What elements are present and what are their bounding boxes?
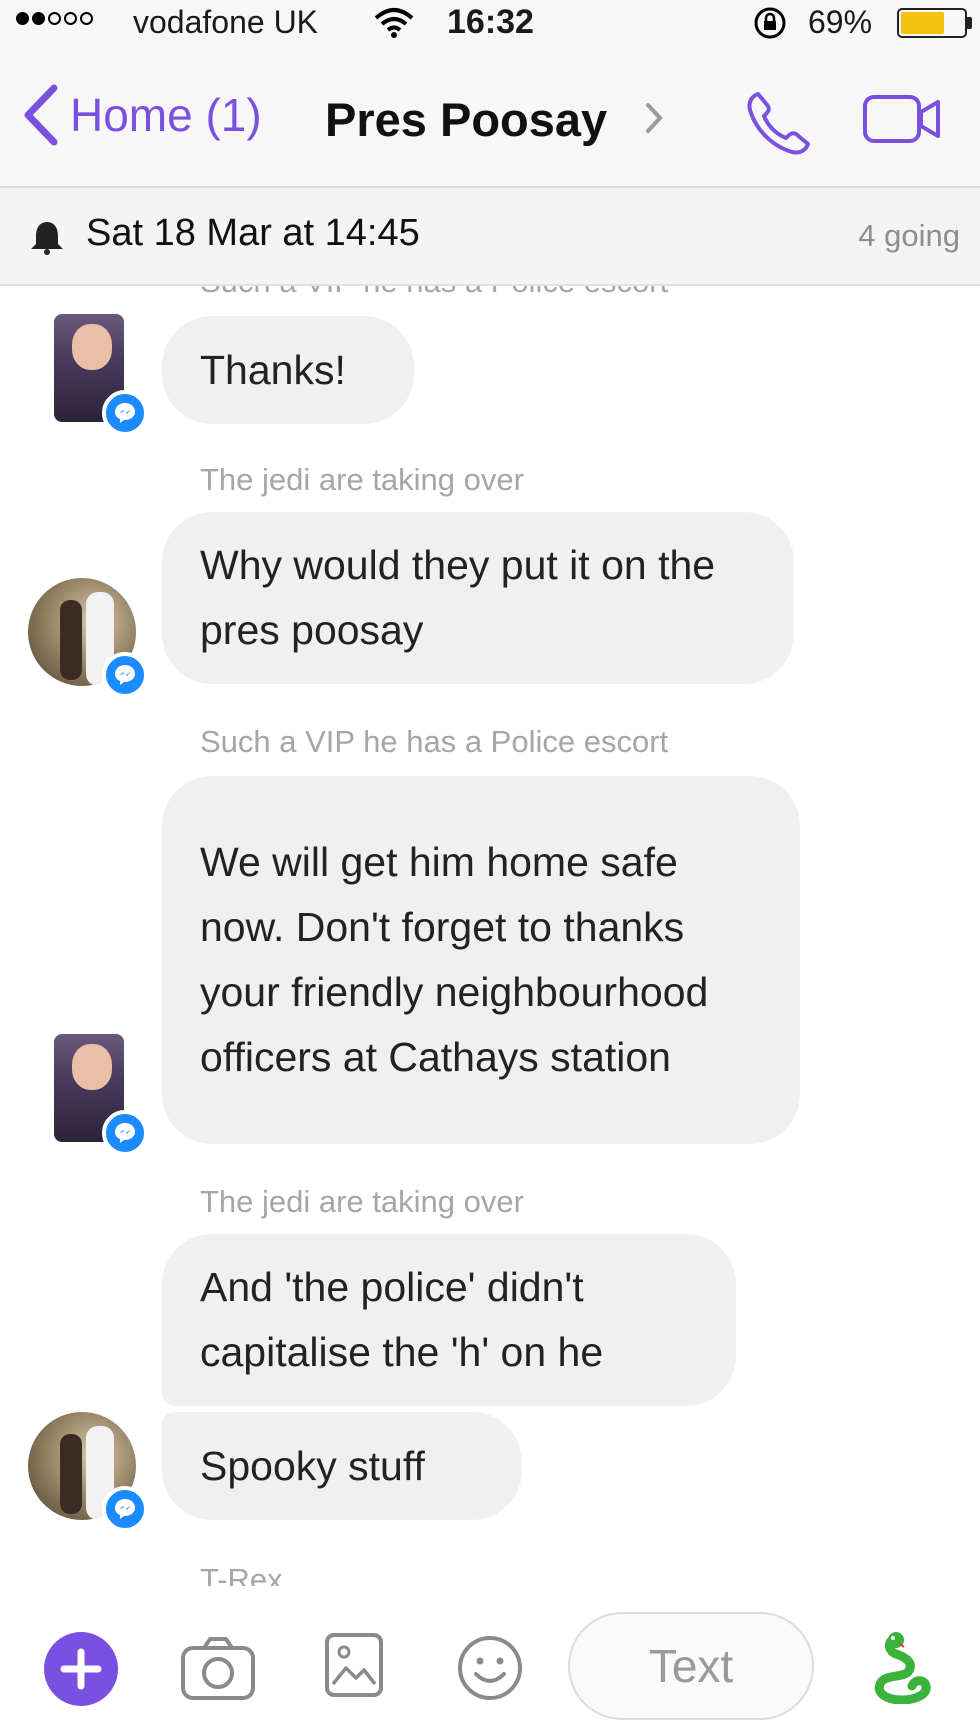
emoji-icon[interactable] <box>456 1634 524 1702</box>
wifi-icon <box>374 8 414 38</box>
sender-name: The jedi are taking over <box>200 1184 524 1219</box>
event-going-count[interactable]: 4 going <box>858 218 960 254</box>
message-text: Why would they put it on the pres poosay <box>200 542 716 653</box>
message-list[interactable]: Such a VIP he has a Police escort Thanks… <box>0 286 980 1586</box>
status-time: 16:32 <box>447 3 534 41</box>
message-bubble[interactable]: Spooky stuff <box>162 1412 522 1520</box>
battery-percent: 69% <box>808 4 873 40</box>
back-button[interactable]: Home (1) <box>22 84 262 146</box>
plus-button[interactable] <box>44 1632 118 1706</box>
status-bar: vodafone UK 16:32 69% <box>0 0 980 44</box>
phone-icon[interactable] <box>744 88 814 158</box>
sender-name: The jedi are taking over <box>200 462 524 497</box>
video-camera-icon[interactable] <box>862 94 942 144</box>
messenger-badge-icon <box>102 1486 148 1532</box>
messenger-badge-icon <box>102 1110 148 1156</box>
bell-icon <box>31 222 63 255</box>
signal-strength-icon <box>16 12 93 25</box>
navigation-bar: Home (1) Pres Poosay <box>0 44 980 188</box>
messenger-badge-icon <box>102 652 148 698</box>
messenger-badge-icon <box>102 390 148 436</box>
message-bubble[interactable]: Thanks! <box>162 316 414 424</box>
snake-sticker-icon[interactable] <box>868 1630 936 1704</box>
message-bubble[interactable]: We will get him home safe now. Don't for… <box>162 776 800 1144</box>
chevron-right-icon[interactable] <box>644 101 664 135</box>
message-text: And 'the police' didn't capitalise the '… <box>200 1264 604 1375</box>
event-banner[interactable]: Sat 18 Mar at 14:45 4 going <box>0 188 980 286</box>
back-chevron-icon <box>24 84 58 146</box>
conversation-title[interactable]: Pres Poosay <box>325 92 607 147</box>
message-text: Spooky stuff <box>200 1442 425 1489</box>
sender-name: Such a VIP he has a Police escort <box>200 286 668 300</box>
sender-name: T-Rex <box>200 1562 283 1586</box>
sender-name: Such a VIP he has a Police escort <box>200 724 669 759</box>
back-label: Home (1) <box>70 89 262 141</box>
rotation-lock-icon <box>754 7 786 39</box>
image-icon[interactable] <box>324 1632 384 1698</box>
message-text: Thanks! <box>200 346 346 393</box>
message-input[interactable]: Text <box>568 1612 814 1720</box>
plus-icon <box>60 1648 102 1690</box>
camera-icon[interactable] <box>180 1636 256 1702</box>
battery-icon <box>897 8 967 38</box>
message-bubble[interactable]: And 'the police' didn't capitalise the '… <box>162 1234 736 1406</box>
event-date: Sat 18 Mar at 14:45 <box>86 212 420 254</box>
message-text: We will get him home safe now. Don't for… <box>200 839 709 1080</box>
message-bubble[interactable]: Why would they put it on the pres poosay <box>162 512 794 684</box>
carrier-name: vodafone UK <box>133 4 319 40</box>
